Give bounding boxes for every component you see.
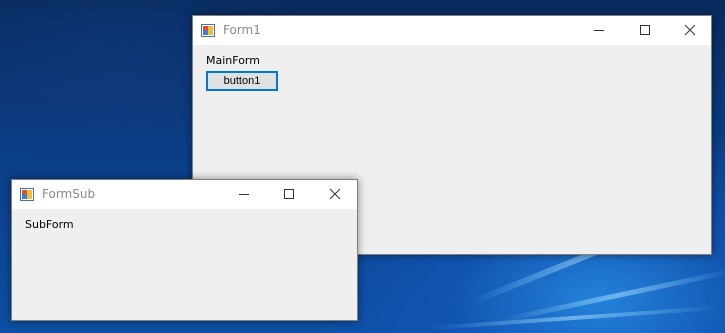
close-icon xyxy=(329,188,341,200)
main-form-label: MainForm xyxy=(206,54,260,67)
maximize-icon xyxy=(284,189,294,199)
maximize-button[interactable] xyxy=(266,180,312,209)
form-app-icon xyxy=(20,188,34,201)
maximize-button[interactable] xyxy=(622,16,668,45)
sub-form-label: SubForm xyxy=(25,218,74,231)
sub-window-title: FormSub xyxy=(42,187,96,201)
close-button[interactable] xyxy=(312,180,358,209)
main-window-title: Form1 xyxy=(223,23,261,37)
minimize-icon xyxy=(239,194,249,195)
button1[interactable]: button1 xyxy=(206,71,278,91)
wallpaper-light-beam xyxy=(429,305,720,330)
close-button[interactable] xyxy=(667,16,713,45)
form-app-icon xyxy=(201,24,215,37)
minimize-button[interactable] xyxy=(221,180,267,209)
sub-window: FormSub SubForm xyxy=(11,179,358,321)
minimize-button[interactable] xyxy=(576,16,622,45)
sub-window-titlebar[interactable]: FormSub xyxy=(12,180,357,209)
main-window-titlebar[interactable]: Form1 xyxy=(193,16,711,45)
close-icon xyxy=(684,24,696,36)
maximize-icon xyxy=(640,25,650,35)
minimize-icon xyxy=(594,30,604,31)
